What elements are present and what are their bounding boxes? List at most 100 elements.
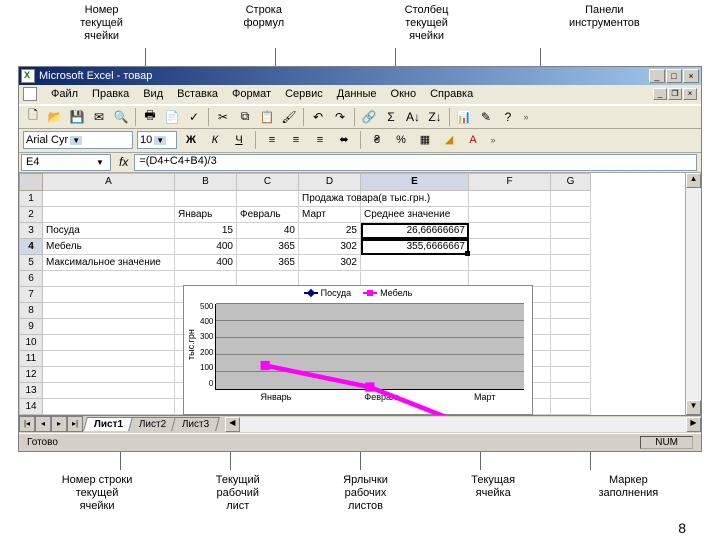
cell[interactable] [175, 191, 237, 207]
scroll-up-icon[interactable]: ▲ [686, 173, 701, 188]
underline-button[interactable]: Ч [229, 130, 249, 150]
format-painter-icon[interactable]: 🖌 [279, 107, 299, 127]
scroll-left-icon[interactable]: ◀ [225, 417, 240, 432]
cell[interactable] [551, 367, 591, 383]
sort-asc-icon[interactable]: A↓ [403, 107, 423, 127]
col-header[interactable]: G [551, 173, 591, 191]
minimize-button[interactable]: _ [649, 69, 665, 83]
menu-insert[interactable]: Вставка [171, 86, 224, 102]
cell[interactable]: Февраль [237, 207, 299, 223]
cell[interactable] [551, 319, 591, 335]
percent-icon[interactable]: % [391, 130, 411, 150]
cell[interactable]: 302 [299, 239, 361, 255]
cell[interactable]: 26,66666667 [361, 223, 469, 239]
chevron-down-icon[interactable]: ▼ [94, 158, 106, 167]
cell[interactable]: 400 [175, 239, 237, 255]
search-icon[interactable]: 🔍 [111, 107, 131, 127]
row-header[interactable]: 11 [19, 351, 43, 367]
menu-tools[interactable]: Сервис [279, 86, 329, 102]
select-all-corner[interactable] [19, 173, 43, 191]
merge-icon[interactable]: ⬌ [334, 130, 354, 150]
cell[interactable] [43, 399, 175, 415]
row-header[interactable]: 6 [19, 271, 43, 287]
col-header[interactable]: C [237, 173, 299, 191]
cell[interactable] [551, 239, 591, 255]
cut-icon[interactable]: ✂ [213, 107, 233, 127]
cell[interactable] [43, 351, 175, 367]
chevron-down-icon[interactable]: ▼ [70, 136, 82, 145]
drawing-icon[interactable]: ✎ [476, 107, 496, 127]
cell[interactable] [551, 255, 591, 271]
cell[interactable] [469, 223, 551, 239]
row-header[interactable]: 3 [19, 223, 43, 239]
horizontal-scrollbar[interactable]: ◀ ▶ [225, 417, 701, 432]
font-color-icon[interactable]: A [463, 130, 483, 150]
cell[interactable] [551, 223, 591, 239]
menu-format[interactable]: Формат [226, 86, 277, 102]
font-combo[interactable]: Arial Cyr ▼ [23, 131, 133, 149]
row-header[interactable]: 13 [19, 383, 43, 399]
redo-icon[interactable]: ↷ [330, 107, 350, 127]
vertical-scrollbar[interactable]: ▲ ▼ [685, 173, 701, 415]
doc-close-button[interactable]: × [683, 88, 697, 100]
sheet-tab[interactable]: Лист2 [128, 417, 177, 431]
cell[interactable]: Март [299, 207, 361, 223]
cell[interactable]: 15 [175, 223, 237, 239]
toolbar-overflow-icon[interactable]: » [487, 135, 499, 145]
new-icon[interactable]: 🗋 [23, 107, 43, 127]
cell[interactable]: 365 [237, 255, 299, 271]
sum-icon[interactable]: Σ [381, 107, 401, 127]
borders-icon[interactable]: ▦ [415, 130, 435, 150]
cell[interactable] [43, 367, 175, 383]
cell[interactable]: Максимальное значение [43, 255, 175, 271]
last-sheet-button[interactable]: ▸| [67, 416, 83, 432]
fx-button[interactable]: fx [113, 155, 134, 169]
menu-file[interactable]: Файл [45, 86, 84, 102]
sheet-tab[interactable]: Лист3 [172, 417, 221, 431]
cell[interactable]: Мебель [43, 239, 175, 255]
row-header[interactable]: 12 [19, 367, 43, 383]
cell[interactable] [469, 207, 551, 223]
cell[interactable] [469, 239, 551, 255]
preview-icon[interactable]: 📄 [162, 107, 182, 127]
doc-restore-button[interactable]: ❐ [668, 88, 682, 100]
first-sheet-button[interactable]: |◂ [19, 416, 35, 432]
cell[interactable]: 302 [299, 255, 361, 271]
bold-button[interactable]: Ж [181, 130, 201, 150]
cell[interactable]: Посуда [43, 223, 175, 239]
cell[interactable] [361, 255, 469, 271]
cell[interactable] [551, 399, 591, 415]
cell[interactable] [43, 207, 175, 223]
align-left-icon[interactable]: ≡ [262, 130, 282, 150]
cell[interactable] [551, 207, 591, 223]
row-header[interactable]: 9 [19, 319, 43, 335]
menu-data[interactable]: Данные [331, 86, 383, 102]
cell[interactable]: 365 [237, 239, 299, 255]
embedded-chart[interactable]: Посуда Мебель тыс.грн 500 400 300 200 10… [183, 285, 533, 415]
currency-icon[interactable]: ₴ [367, 130, 387, 150]
cell[interactable]: Январь [175, 207, 237, 223]
col-header[interactable]: D [299, 173, 361, 191]
cell[interactable] [551, 335, 591, 351]
name-box[interactable]: E4 ▼ [21, 154, 111, 171]
align-center-icon[interactable]: ≡ [286, 130, 306, 150]
cell[interactable] [551, 383, 591, 399]
sort-desc-icon[interactable]: Z↓ [425, 107, 445, 127]
col-header[interactable]: E [361, 173, 469, 191]
scroll-down-icon[interactable]: ▼ [686, 400, 701, 415]
paste-icon[interactable]: 📋 [257, 107, 277, 127]
cell[interactable]: 40 [237, 223, 299, 239]
cell[interactable]: Продажа товара(в тыс.грн.) [299, 191, 361, 207]
cell[interactable] [551, 287, 591, 303]
help-icon[interactable]: ? [498, 107, 518, 127]
cell[interactable] [43, 287, 175, 303]
row-header[interactable]: 7 [19, 287, 43, 303]
chevron-down-icon[interactable]: ▼ [154, 136, 166, 145]
mail-icon[interactable]: ✉ [89, 107, 109, 127]
sheet-tab[interactable]: Лист1 [83, 417, 134, 431]
cell[interactable] [361, 191, 469, 207]
font-size-combo[interactable]: 10 ▼ [137, 131, 177, 149]
italic-button[interactable]: К [205, 130, 225, 150]
cell[interactable] [43, 303, 175, 319]
undo-icon[interactable]: ↶ [308, 107, 328, 127]
